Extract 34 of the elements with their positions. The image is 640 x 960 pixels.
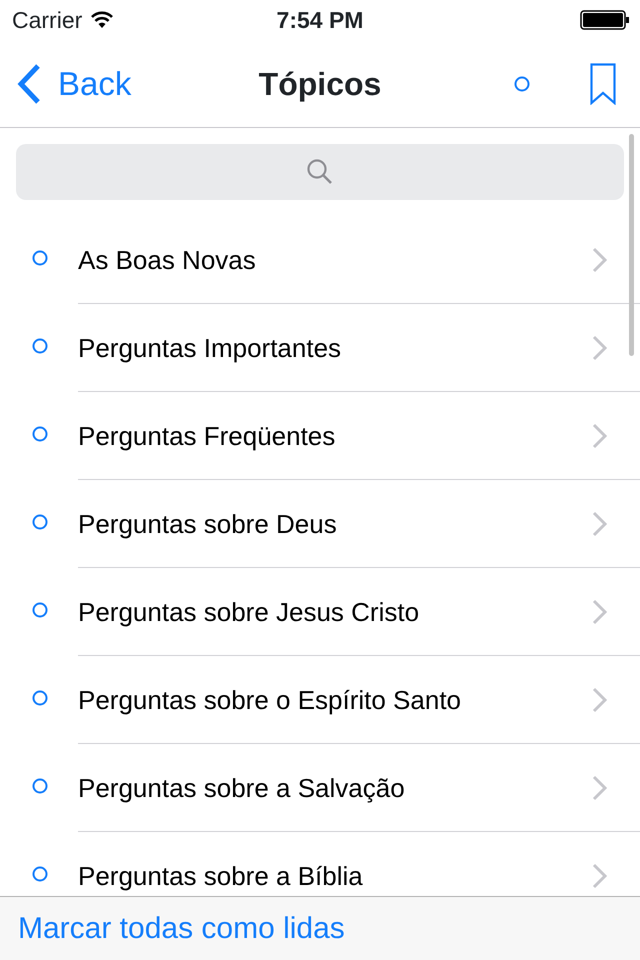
search-field[interactable] [16, 144, 624, 200]
back-button[interactable]: Back [16, 58, 132, 108]
topic-label: Perguntas Freqüentes [78, 420, 336, 452]
topic-row[interactable]: Perguntas sobre o Espírito Santo [0, 656, 640, 744]
topic-label: As Boas Novas [78, 244, 257, 276]
chevron-icon [592, 335, 608, 361]
topic-label: Perguntas sobre a Bíblia [78, 860, 364, 892]
chevron-icon [592, 423, 608, 449]
status-time: 7:54 PM [276, 6, 364, 35]
topic-row[interactable]: Perguntas sobre a Salvação [0, 744, 640, 832]
chevron-icon [592, 775, 608, 801]
chevron-icon [592, 511, 608, 537]
topic-row[interactable]: Perguntas Freqüentes [0, 392, 640, 480]
chevron-icon [592, 687, 608, 713]
chevron-icon [592, 863, 608, 889]
wifi-icon [90, 11, 114, 29]
battery-icon [580, 10, 630, 30]
topic-label: Perguntas Importantes [78, 332, 342, 364]
back-chevron-icon [16, 62, 42, 104]
topic-label: Perguntas sobre Deus [78, 508, 338, 540]
topic-row[interactable]: Perguntas sobre Deus [0, 480, 640, 568]
topic-label: Perguntas sobre Jesus Cristo [78, 596, 420, 628]
mark-all-read-button[interactable]: Marcar todas como lidas [18, 906, 345, 951]
bookmark-icon[interactable] [590, 62, 616, 104]
unread-dot-icon[interactable] [514, 76, 530, 92]
topic-label: Perguntas sobre a Salvação [78, 772, 406, 804]
topic-label: Perguntas sobre o Espírito Santo [78, 684, 462, 716]
scrollbar[interactable] [629, 134, 634, 356]
carrier-name: Carrier [12, 6, 82, 35]
topic-row[interactable]: Perguntas sobre Jesus Cristo [0, 568, 640, 656]
chevron-icon [592, 599, 608, 625]
nav-title: Tópicos [258, 64, 382, 104]
search-icon [306, 158, 334, 186]
chevron-icon [592, 247, 608, 273]
